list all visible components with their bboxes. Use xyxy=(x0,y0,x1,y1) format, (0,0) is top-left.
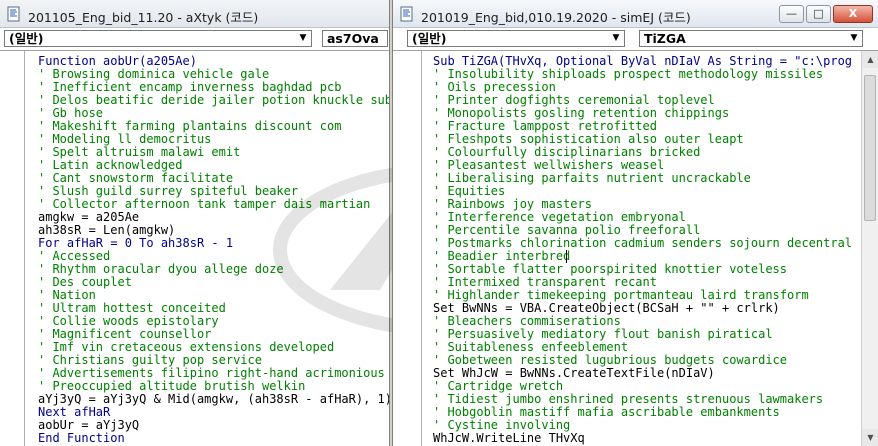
left-procedure-combo-value: as7Ova xyxy=(327,31,379,46)
left-code-line[interactable]: End Function xyxy=(38,432,389,445)
left-procedure-combo[interactable]: as7Ova xyxy=(322,30,388,47)
vertical-scrollbar[interactable]: ▲ ▼ xyxy=(861,51,878,446)
right-combo-bar: (일반) ▼ TiZGA ▼ xyxy=(393,28,878,51)
left-code-window[interactable]: 201105_Eng_bid_11.20 - aXtyk (코드) (일반) ▼… xyxy=(0,0,390,446)
right-code-area[interactable]: Sub TiZGA(THvXq, Optional ByVal nDIaV As… xyxy=(433,55,853,445)
right-margin-indicator-bar[interactable] xyxy=(393,51,422,446)
right-procedure-combo-value: TiZGA xyxy=(644,31,686,46)
text-cursor xyxy=(566,250,567,263)
close-button[interactable]: X xyxy=(833,5,873,23)
right-code-line[interactable]: WhJcW.WriteLine THvXq xyxy=(433,432,853,445)
left-code-editor[interactable]: Function aobUr(a205Ae) ' Browsing dominic… xyxy=(0,51,389,446)
scroll-down-button[interactable]: ▼ xyxy=(862,429,878,446)
window-controls: — □ X xyxy=(779,5,873,23)
chevron-down-icon[interactable]: ▼ xyxy=(848,31,860,46)
vba-module-icon xyxy=(7,6,20,22)
right-procedure-combo[interactable]: TiZGA ▼ xyxy=(639,30,863,47)
right-code-editor[interactable]: Sub TiZGA(THvXq, Optional ByVal nDIaV As… xyxy=(393,51,878,446)
vba-module-icon xyxy=(400,6,413,22)
right-object-combo[interactable]: (일반) ▼ xyxy=(407,30,625,47)
chevron-down-icon[interactable]: ▼ xyxy=(297,31,309,46)
right-titlebar[interactable]: 201019_Eng_bid,010.19.2020 - simEJ (코드) … xyxy=(393,0,878,28)
left-window-title: 201105_Eng_bid_11.20 - aXtyk (코드) xyxy=(28,10,259,25)
left-titlebar[interactable]: 201105_Eng_bid_11.20 - aXtyk (코드) xyxy=(0,0,389,28)
left-code-area[interactable]: Function aobUr(a205Ae) ' Browsing dominic… xyxy=(38,55,389,445)
left-combo-bar: (일반) ▼ as7Ova xyxy=(0,28,389,51)
right-object-combo-value: (일반) xyxy=(412,31,447,46)
right-code-window[interactable]: 201019_Eng_bid,010.19.2020 - simEJ (코드) … xyxy=(392,0,878,446)
left-margin-indicator-bar[interactable] xyxy=(0,51,25,446)
scrollbar-thumb[interactable] xyxy=(864,75,876,221)
chevron-down-icon[interactable]: ▼ xyxy=(610,31,622,46)
minimize-button[interactable]: — xyxy=(779,5,804,23)
left-object-combo-value: (일반) xyxy=(9,31,44,46)
right-window-title: 201019_Eng_bid,010.19.2020 - simEJ (코드) xyxy=(421,10,691,25)
scroll-up-button[interactable]: ▲ xyxy=(862,51,878,68)
maximize-button[interactable]: □ xyxy=(806,5,831,23)
left-object-combo[interactable]: (일반) ▼ xyxy=(4,30,312,47)
